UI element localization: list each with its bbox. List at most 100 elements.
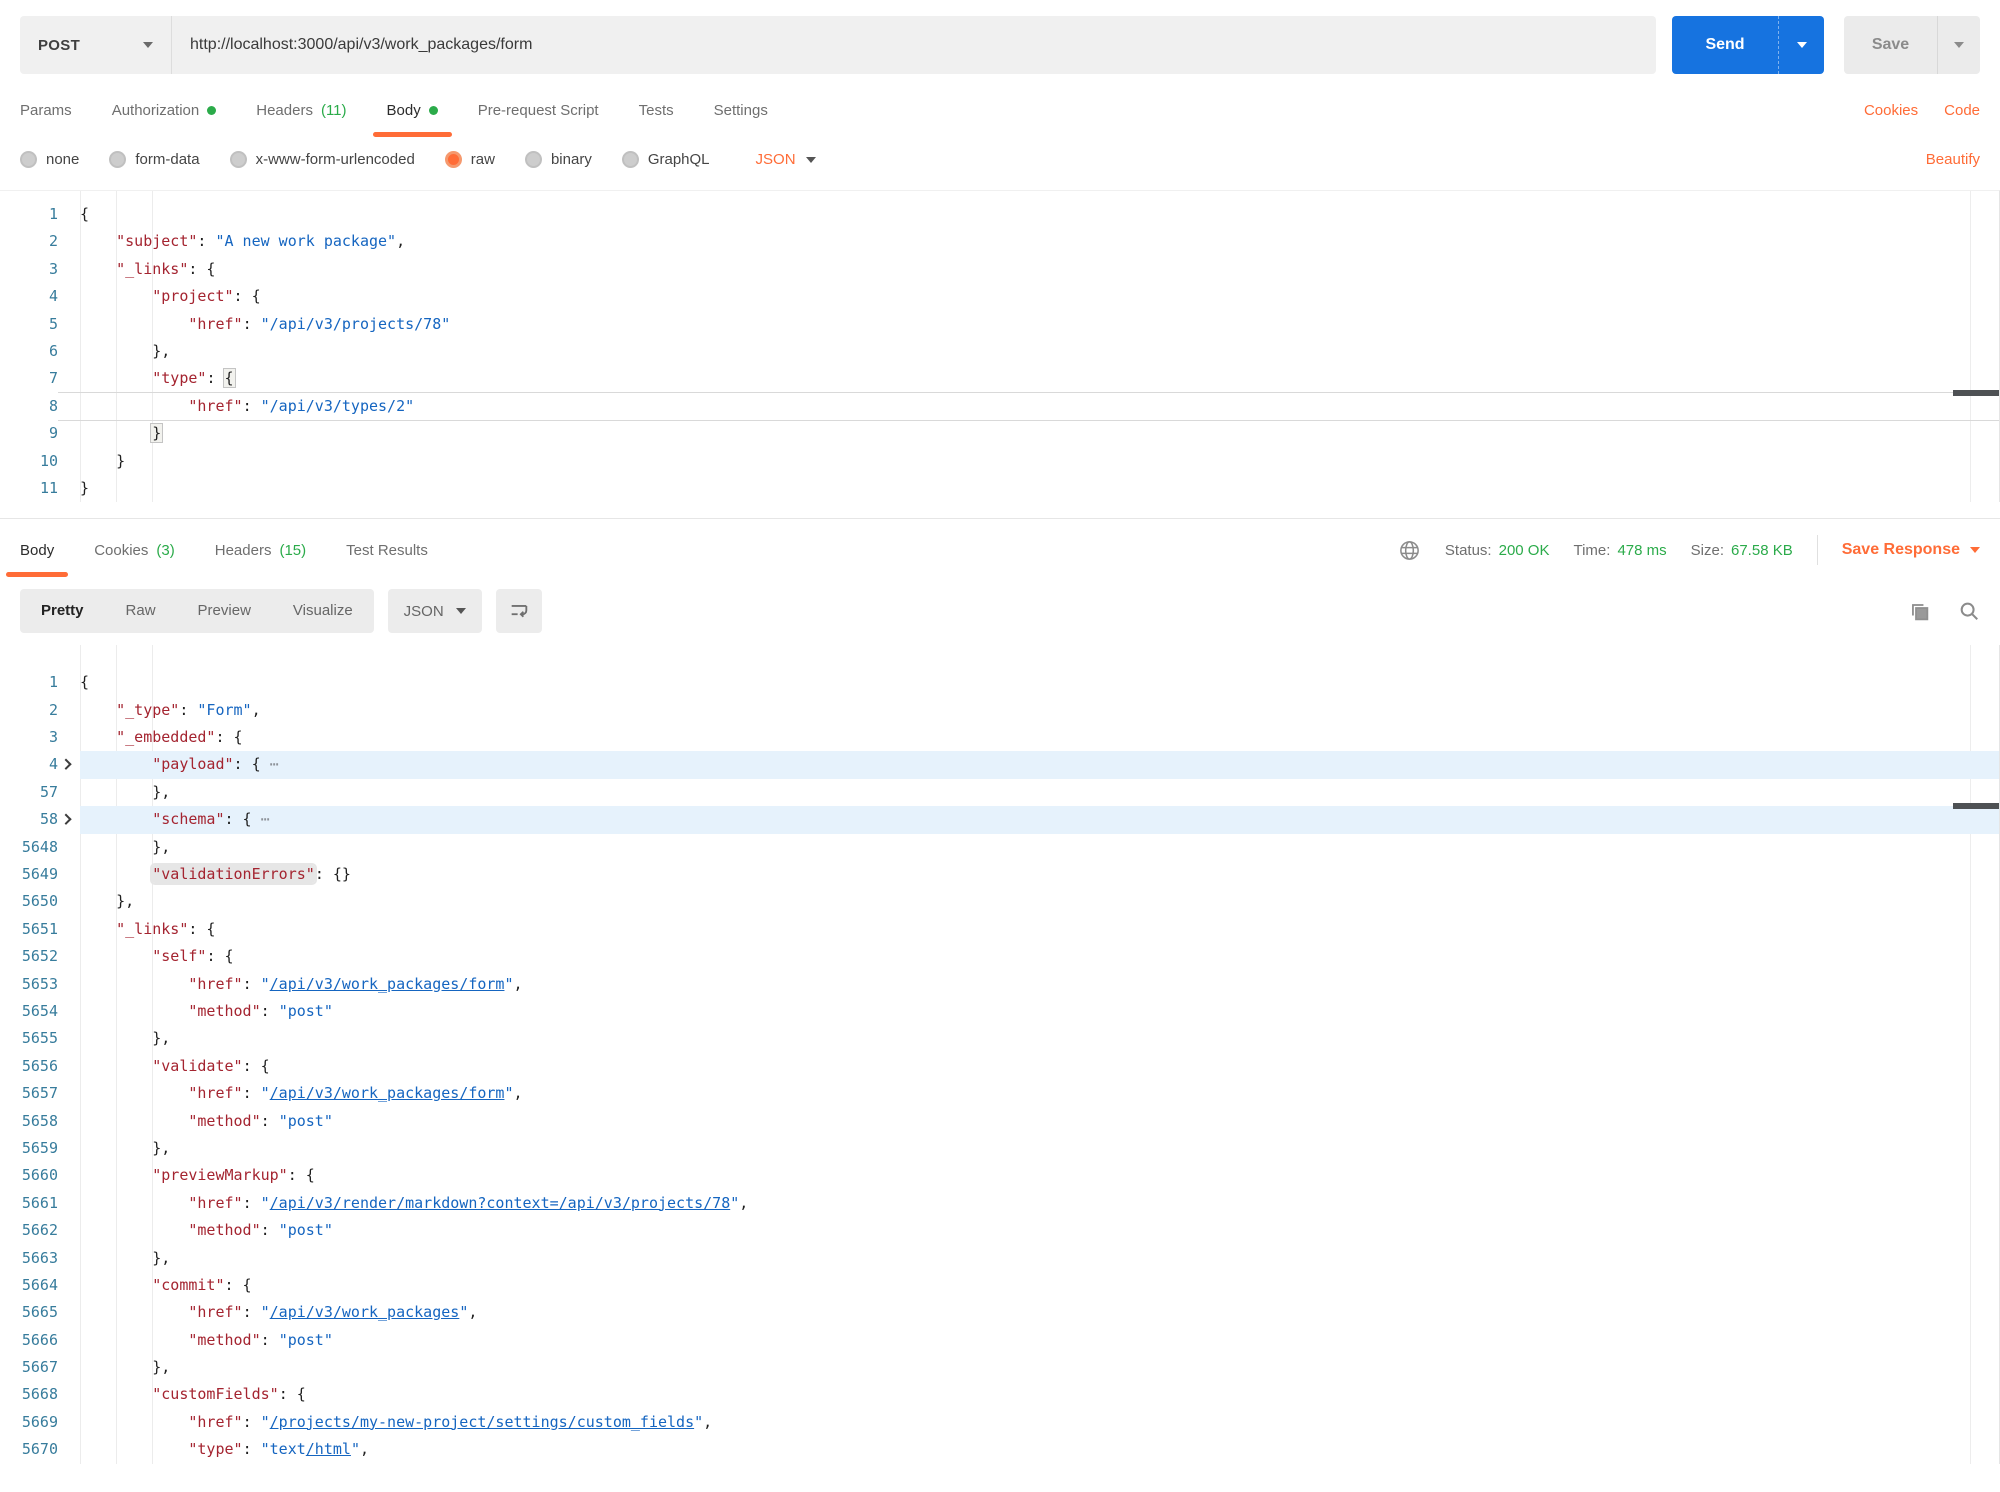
response-format-select[interactable]: JSON <box>388 589 482 633</box>
code-line: 5658 "method": "post" <box>0 1108 1999 1135</box>
tab-body[interactable]: Body <box>387 102 438 119</box>
response-body-editor[interactable]: 1{2 "_type": "Form",3 "_embedded": {4 "p… <box>0 645 2000 1463</box>
radio-label: GraphQL <box>648 151 710 168</box>
line-number: 5648 <box>0 834 58 861</box>
line-number: 5649 <box>0 861 58 888</box>
cookies-link[interactable]: Cookies <box>1864 102 1918 119</box>
code-text: "method": "post" <box>80 1217 1999 1244</box>
wrap-icon <box>508 600 530 622</box>
status-label: Status: <box>1445 542 1492 559</box>
request-body-editor[interactable]: 1{2 "subject": "A new work package",3 "_… <box>0 190 2000 502</box>
fold-gutter[interactable] <box>58 806 80 833</box>
line-number: 1 <box>0 201 58 228</box>
save-options-button[interactable] <box>1938 16 1980 74</box>
raw-format-select[interactable]: JSON <box>756 151 816 168</box>
line-number: 9 <box>0 420 58 447</box>
chevron-right-icon[interactable] <box>60 813 71 824</box>
code-line: 11} <box>0 475 1999 502</box>
send-button[interactable]: Send <box>1672 16 1778 74</box>
line-number: 5660 <box>0 1162 58 1189</box>
send-options-button[interactable] <box>1778 16 1824 74</box>
code-text: "_links": { <box>80 916 1999 943</box>
save-button[interactable]: Save <box>1844 16 1938 74</box>
tab-pre-request-script[interactable]: Pre-request Script <box>478 102 599 119</box>
view-pretty[interactable]: Pretty <box>20 589 105 633</box>
response-tab-body[interactable]: Body <box>20 542 54 559</box>
response-header: Body Cookies (3) Headers (15) Test Resul… <box>0 519 2000 585</box>
method-label: POST <box>38 37 80 54</box>
code-link[interactable]: Code <box>1944 102 1980 119</box>
radio-label: none <box>46 151 79 168</box>
fold-gutter <box>58 393 80 420</box>
response-tab-test-results[interactable]: Test Results <box>346 542 428 559</box>
code-text: "method": "post" <box>80 1108 1999 1135</box>
body-type-binary[interactable]: binary <box>525 151 592 168</box>
copy-icon[interactable] <box>1909 601 1930 622</box>
fold-gutter <box>58 338 80 365</box>
code-text: "href": "/api/v3/types/2" <box>80 393 1999 420</box>
line-number: 2 <box>0 228 58 255</box>
tab-tests[interactable]: Tests <box>639 102 674 119</box>
code-text: "schema": { ⋯ <box>80 806 1999 833</box>
format-label: JSON <box>404 603 444 620</box>
code-text: }, <box>80 834 1999 861</box>
method-select[interactable]: POST <box>20 16 172 74</box>
view-raw[interactable]: Raw <box>105 589 177 633</box>
tab-label: Headers <box>256 102 313 119</box>
body-type-bar: none form-data x-www-form-urlencoded raw… <box>0 145 2000 176</box>
code-text: } <box>80 475 1999 502</box>
chevron-down-icon <box>806 157 816 163</box>
fold-gutter <box>58 365 80 392</box>
chevron-down-icon <box>456 608 466 614</box>
code-line: 8 "href": "/api/v3/types/2" <box>0 393 1999 420</box>
line-number: 5658 <box>0 1108 58 1135</box>
response-tab-cookies[interactable]: Cookies (3) <box>94 542 175 559</box>
code-text: "self": { <box>80 943 1999 970</box>
body-type-none[interactable]: none <box>20 151 79 168</box>
green-dot-icon <box>207 106 216 115</box>
format-label: JSON <box>756 151 796 168</box>
save-response-label: Save Response <box>1842 541 1960 559</box>
line-number: 5665 <box>0 1299 58 1326</box>
body-type-graphql[interactable]: GraphQL <box>622 151 710 168</box>
code-line: 5657 "href": "/api/v3/work_packages/form… <box>0 1080 1999 1107</box>
save-response-button[interactable]: Save Response <box>1842 541 1980 559</box>
radio-selected-icon <box>445 151 462 168</box>
tab-headers[interactable]: Headers (11) <box>256 102 346 119</box>
url-input[interactable] <box>172 16 1656 74</box>
view-visualize[interactable]: Visualize <box>272 589 374 633</box>
body-type-form-data[interactable]: form-data <box>109 151 199 168</box>
view-preview[interactable]: Preview <box>177 589 272 633</box>
fold-gutter[interactable] <box>58 751 80 778</box>
code-text: "href": "/api/v3/work_packages/form", <box>80 1080 1999 1107</box>
fold-gutter <box>58 1025 80 1052</box>
line-number: 5652 <box>0 943 58 970</box>
tab-authorization[interactable]: Authorization <box>112 102 217 119</box>
tab-count: (11) <box>321 102 347 119</box>
chevron-right-icon[interactable] <box>60 759 71 770</box>
response-tab-headers[interactable]: Headers (15) <box>215 542 306 559</box>
tab-params[interactable]: Params <box>20 102 72 119</box>
body-type-raw[interactable]: raw <box>445 151 495 168</box>
code-text: } <box>80 420 1999 447</box>
globe-icon[interactable] <box>1398 539 1421 562</box>
tab-settings[interactable]: Settings <box>714 102 768 119</box>
chevron-down-icon <box>1970 547 1980 553</box>
postman-request-view: POST Send Save Params Authorization Head… <box>0 0 2000 1492</box>
body-type-x-www-form-urlencoded[interactable]: x-www-form-urlencoded <box>230 151 415 168</box>
wrap-lines-button[interactable] <box>496 589 542 633</box>
search-icon[interactable] <box>1958 600 1980 622</box>
code-text: "project": { <box>80 283 1999 310</box>
line-number: 5667 <box>0 1354 58 1381</box>
code-line: 5660 "previewMarkup": { <box>0 1162 1999 1189</box>
line-number: 1 <box>0 669 58 696</box>
line-number: 5670 <box>0 1436 58 1463</box>
beautify-button[interactable]: Beautify <box>1926 151 1980 168</box>
radio-icon <box>109 151 126 168</box>
code-line: 5669 "href": "/projects/my-new-project/s… <box>0 1409 1999 1436</box>
radio-label: form-data <box>135 151 199 168</box>
request-right-links: Cookies Code <box>1864 102 1980 119</box>
tab-label: Authorization <box>112 102 200 119</box>
code-line: 5 "href": "/api/v3/projects/78" <box>0 311 1999 338</box>
code-text: "payload": { ⋯ <box>80 751 1999 778</box>
